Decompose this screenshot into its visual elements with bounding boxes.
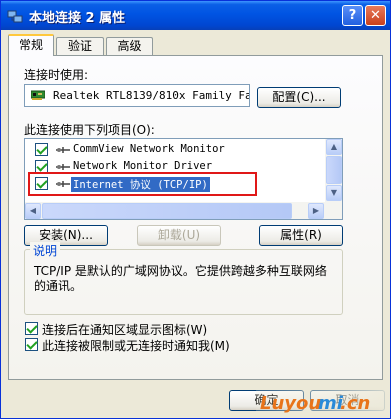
scroll-up-button[interactable]: ▲ — [326, 139, 342, 155]
uninstall-button: 卸载(U) — [137, 225, 221, 246]
service-icon — [56, 164, 70, 170]
show-icon-option[interactable]: 连接后在通知区域显示图标(W) — [25, 321, 325, 337]
annotation-highlight-box — [28, 172, 257, 196]
service-icon — [56, 147, 70, 153]
tab-advanced[interactable]: 高级 — [106, 37, 153, 55]
help-button[interactable]: ? — [342, 5, 363, 26]
option-label: 连接后在通知区域显示图标(W) — [42, 323, 208, 337]
item-label: CommView Network Monitor — [73, 143, 225, 155]
watermark-part: Luyou — [260, 393, 322, 414]
network-card-icon — [31, 90, 45, 100]
show-icon-checkbox[interactable] — [25, 322, 38, 335]
scroll-left-button[interactable]: ◀ — [25, 203, 41, 219]
horizontal-scrollbar[interactable]: ◀ ▶ — [25, 202, 342, 219]
tab-general[interactable]: 常规 — [8, 34, 54, 56]
properties-button[interactable]: 属性(R) — [259, 225, 343, 246]
scroll-thumb[interactable] — [326, 156, 342, 184]
vertical-scrollbar[interactable]: ▲ ▼ — [325, 139, 342, 202]
components-label: 此连接使用下列项目(O): — [24, 123, 155, 137]
connect-using-label: 连接时使用: — [24, 68, 89, 82]
watermark-part: .cn — [340, 393, 371, 414]
notify-option[interactable]: 此连接被限制或无连接时通知我(M) — [25, 337, 325, 353]
scroll-down-button[interactable]: ▼ — [326, 185, 342, 201]
title-bar[interactable]: 本地连接 2 属性 ? ✕ — [1, 1, 390, 30]
description-text: TCP/IP 是默认的广域网协议。它提供跨越多种互联网络的通讯。 — [34, 264, 327, 293]
watermark: Luyou mi .cn — [256, 389, 390, 418]
window-title: 本地连接 2 属性 — [29, 11, 126, 26]
notify-checkbox[interactable] — [25, 338, 38, 351]
configure-button[interactable]: 配置(C)... — [257, 87, 341, 108]
description-title: 说明 — [30, 242, 61, 259]
adapter-name: Realtek RTL8139/810x Family Fa — [53, 89, 250, 102]
scroll-right-button[interactable]: ▶ — [308, 203, 324, 219]
item-label: Network Monitor Driver — [73, 160, 213, 172]
option-label: 此连接被限制或无连接时通知我(M) — [42, 339, 230, 353]
list-item[interactable]: CommView Network Monitor — [33, 142, 323, 158]
scroll-thumb[interactable] — [42, 203, 292, 219]
checkbox[interactable] — [35, 143, 48, 156]
tab-authentication[interactable]: 验证 — [56, 37, 104, 55]
close-button[interactable]: ✕ — [365, 5, 386, 26]
properties-dialog: 本地连接 2 属性 ? ✕ 常规 验证 高级 连接时使用: Realtek RT… — [0, 0, 391, 419]
network-connection-icon — [7, 10, 23, 23]
adapter-field: Realtek RTL8139/810x Family Fa — [24, 84, 250, 107]
